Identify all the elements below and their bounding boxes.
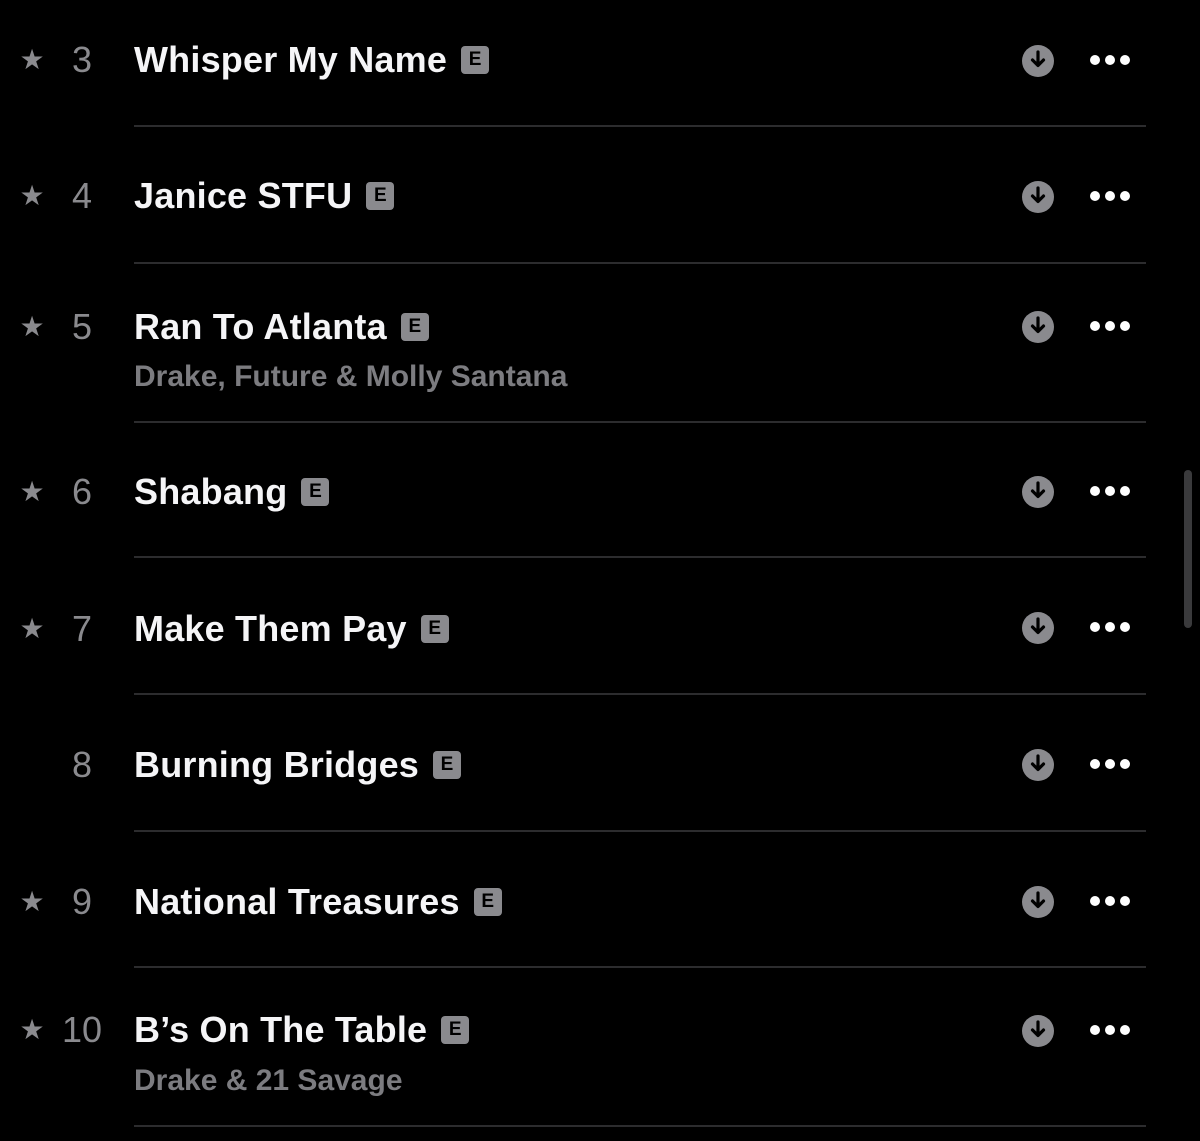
- explicit-badge: E: [441, 1016, 470, 1044]
- track-artist[interactable]: Drake & 21 Savage: [134, 1063, 403, 1099]
- track-row[interactable]: ★ 7 Make Them Pay E: [0, 558, 1200, 695]
- track-row[interactable]: ★ 4 Janice STFU E: [0, 128, 1200, 264]
- track-row[interactable]: ★ 3 Whisper My Name E: [0, 0, 1200, 128]
- explicit-badge: E: [366, 182, 395, 210]
- track-title[interactable]: Whisper My Name: [134, 40, 447, 80]
- track-number: 4: [71, 175, 93, 216]
- track-title[interactable]: B’s On The Table: [134, 1010, 427, 1050]
- track-number: 5: [71, 306, 93, 347]
- star-icon: ★: [19, 311, 45, 342]
- track-list: ★ 3 Whisper My Name E ★ 4 Janice STFU E: [0, 0, 1200, 1141]
- star-icon: ★: [19, 476, 45, 507]
- more-options-icon[interactable]: [1088, 189, 1132, 203]
- track-title[interactable]: Burning Bridges: [134, 745, 419, 785]
- track-title[interactable]: Make Them Pay: [134, 609, 407, 649]
- download-icon[interactable]: [1021, 310, 1055, 344]
- download-icon[interactable]: [1021, 1014, 1055, 1048]
- track-number: 10: [61, 1009, 103, 1050]
- track-number: 7: [71, 608, 93, 649]
- more-options-icon[interactable]: [1088, 319, 1132, 333]
- track-title[interactable]: Ran To Atlanta: [134, 307, 387, 347]
- more-options-icon[interactable]: [1088, 53, 1132, 67]
- download-icon[interactable]: [1021, 611, 1055, 645]
- more-options-icon[interactable]: [1088, 894, 1132, 908]
- more-options-icon[interactable]: [1088, 484, 1132, 498]
- track-row[interactable]: ★ 6 Shabang E: [0, 422, 1200, 558]
- divider: [134, 125, 1146, 127]
- track-row[interactable]: 8 Burning Bridges E: [0, 695, 1200, 832]
- track-title[interactable]: Shabang: [134, 472, 287, 512]
- star-icon: ★: [19, 1014, 45, 1045]
- explicit-badge: E: [420, 615, 449, 643]
- more-options-icon[interactable]: [1088, 757, 1132, 771]
- track-artist[interactable]: Drake, Future & Molly Santana: [134, 359, 567, 395]
- track-number: 6: [71, 471, 93, 512]
- star-icon: ★: [19, 44, 45, 75]
- explicit-badge: E: [301, 478, 330, 506]
- more-options-icon[interactable]: [1088, 620, 1132, 634]
- track-number: 9: [71, 881, 93, 922]
- track-row[interactable]: ★ 10 B’s On The Table E Drake & 21 Savag…: [0, 968, 1200, 1141]
- track-number: 8: [71, 744, 93, 785]
- star-icon: ★: [19, 180, 45, 211]
- download-icon[interactable]: [1021, 748, 1055, 782]
- explicit-badge: E: [433, 751, 462, 779]
- explicit-badge: E: [473, 888, 502, 916]
- download-icon[interactable]: [1021, 44, 1055, 78]
- divider: [134, 1125, 1146, 1127]
- track-title[interactable]: Janice STFU: [134, 176, 352, 216]
- track-row[interactable]: ★ 5 Ran To Atlanta E Drake, Future & Mol…: [0, 264, 1200, 423]
- track-row[interactable]: ★ 9 National Treasures E: [0, 831, 1200, 968]
- star-icon: ★: [19, 886, 45, 917]
- more-options-icon[interactable]: [1088, 1023, 1132, 1037]
- star-icon: ★: [19, 613, 45, 644]
- track-title[interactable]: National Treasures: [134, 882, 460, 922]
- explicit-badge: E: [461, 46, 490, 74]
- explicit-badge: E: [400, 313, 429, 341]
- scrollbar[interactable]: [1184, 470, 1192, 628]
- track-number: 3: [71, 39, 93, 80]
- download-icon[interactable]: [1021, 885, 1055, 919]
- download-icon[interactable]: [1021, 475, 1055, 509]
- download-icon[interactable]: [1021, 180, 1055, 214]
